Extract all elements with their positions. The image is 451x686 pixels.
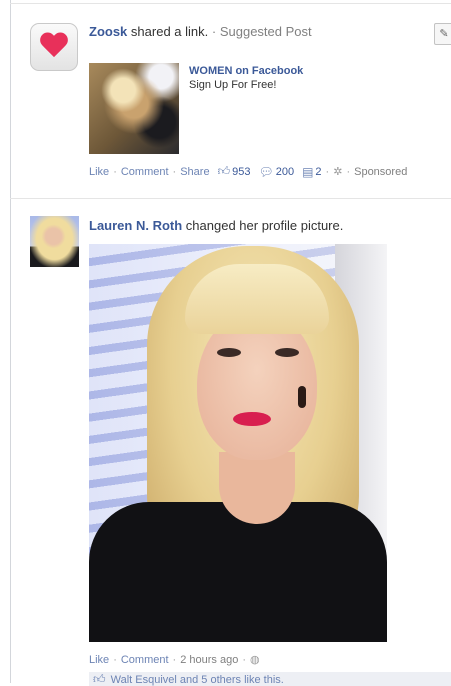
separator: ·: [346, 165, 351, 178]
comment-link[interactable]: Comment: [121, 654, 169, 666]
photo-subject-lips: [233, 412, 271, 426]
like-count[interactable]: 953: [232, 166, 250, 178]
photo-subject-earring: [298, 386, 306, 408]
like-link[interactable]: Like: [89, 166, 109, 178]
actor-name-link[interactable]: Lauren N. Roth: [89, 218, 182, 233]
globe-icon[interactable]: ◍: [250, 653, 260, 666]
story-actions: Like · Comment · 2 hours ago · ◍: [89, 653, 260, 667]
suggested-post-label: Suggested Post: [219, 24, 312, 39]
timestamp-link[interactable]: 2 hours ago: [180, 654, 238, 666]
comment-link[interactable]: Comment: [121, 166, 169, 178]
separator: ·: [113, 165, 117, 178]
thumbs-up-icon: 👍︎: [217, 164, 231, 178]
photo-subject-bangs: [185, 264, 329, 334]
separator: ·: [113, 653, 117, 666]
separator: ·: [242, 653, 246, 666]
gear-icon[interactable]: ✲: [333, 165, 342, 178]
story-action-text: shared a link.: [130, 24, 209, 39]
heart-icon: [39, 33, 69, 61]
separator: ·: [172, 653, 177, 666]
pencil-icon[interactable]: ✎: [434, 23, 451, 45]
thumbs-up-icon: 👍︎: [93, 672, 106, 686]
separator: ·: [211, 24, 217, 39]
avatar[interactable]: [30, 216, 79, 267]
comment-count[interactable]: 200: [276, 166, 294, 178]
link-subtitle: Sign Up For Free!: [189, 79, 277, 91]
photo-subject-dress: [89, 502, 387, 642]
link-title[interactable]: WOMEN on Facebook: [189, 65, 303, 77]
divider: [10, 198, 451, 199]
photo-subject-eye: [217, 348, 241, 357]
actor-name-link[interactable]: Zoosk: [89, 24, 127, 39]
story-actions: Like · Comment · Share 👍︎ 953 💬︎ 200 ▤ 2…: [89, 164, 407, 179]
separator: ·: [325, 165, 330, 178]
profile-picture-photo[interactable]: [89, 244, 387, 642]
story-headline: Zoosk shared a link. · Suggested Post: [89, 24, 312, 39]
share-link[interactable]: Share: [180, 166, 209, 178]
photo-subject-eye: [275, 348, 299, 357]
share-icon: ▤: [302, 164, 314, 179]
comment-bubble-icon: 💬︎: [258, 164, 274, 179]
likes-summary-text[interactable]: Walt Esquivel and 5 others like this.: [111, 674, 284, 686]
link-thumbnail[interactable]: [89, 63, 179, 154]
separator: ·: [172, 165, 177, 178]
story-headline: Lauren N. Roth changed her profile pictu…: [89, 218, 343, 233]
sponsored-label[interactable]: Sponsored: [354, 166, 407, 178]
zoosk-profile-picture[interactable]: [30, 23, 78, 71]
likes-summary: 👍︎ Walt Esquivel and 5 others like this.: [89, 672, 451, 686]
divider: [10, 3, 451, 4]
story-action-text: changed her profile picture.: [185, 218, 344, 233]
like-link[interactable]: Like: [89, 654, 109, 666]
